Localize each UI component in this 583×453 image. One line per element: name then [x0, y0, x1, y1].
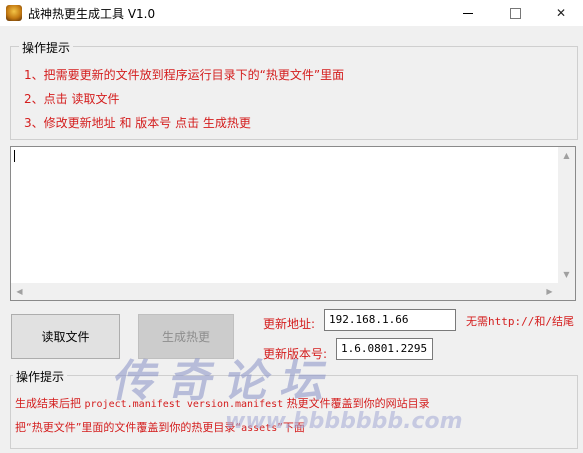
title-bar: 战神热更生成工具 V1.0 ✕ — [0, 0, 583, 26]
minimize-button[interactable] — [446, 0, 490, 26]
instruction-step-3: 3、修改更新地址 和 版本号 点击 生成热更 — [24, 116, 251, 130]
version-label: 更新版本号: — [263, 347, 328, 361]
read-file-button[interactable]: 读取文件 — [11, 314, 120, 359]
maximize-icon — [509, 7, 521, 19]
notes-line-2-start: 把“热更文件”里面的文件覆盖到你的热更目录“ — [15, 421, 242, 434]
notes-line-1-start: 生成结束后把 — [15, 397, 85, 410]
close-icon: ✕ — [555, 6, 567, 20]
scroll-up-icon[interactable]: ▲ — [558, 147, 575, 164]
notes-line-1-end: 热更文件覆盖到你的网站目录 — [283, 397, 430, 410]
instructions-heading: 操作提示 — [19, 39, 74, 56]
close-button[interactable]: ✕ — [539, 0, 583, 26]
update-url-input[interactable]: 192.168.1.66 — [324, 309, 456, 331]
notes-line-2-end: ”下面 — [277, 421, 305, 434]
update-url-hint: 无需http://和/结尾 — [466, 315, 574, 328]
notes-line-1: 生成结束后把 project.manifest version.manifest… — [15, 395, 430, 411]
notes-line-1-files: project.manifest version.manifest — [84, 399, 284, 410]
maximize-button[interactable] — [493, 0, 537, 26]
app-icon — [6, 5, 22, 21]
version-input[interactable]: 1.6.0801.2295 — [336, 338, 433, 360]
instruction-step-1: 1、把需要更新的文件放到程序运行目录下的“热更文件”里面 — [24, 68, 345, 82]
notes-group — [10, 375, 578, 449]
vertical-scrollbar[interactable]: ▲ ▼ — [558, 147, 575, 283]
horizontal-scrollbar[interactable]: ◀ ▶ — [11, 283, 558, 300]
scroll-down-icon[interactable]: ▼ — [558, 266, 575, 283]
scroll-left-icon[interactable]: ◀ — [11, 283, 28, 300]
update-url-label: 更新地址: — [263, 317, 316, 331]
text-caret — [14, 150, 15, 162]
scroll-right-icon[interactable]: ▶ — [541, 283, 558, 300]
instruction-step-2: 2、点击 读取文件 — [24, 92, 120, 106]
notes-heading: 操作提示 — [13, 368, 68, 385]
log-textarea[interactable]: ▲ ▼ ◀ ▶ — [10, 146, 576, 301]
generate-update-button[interactable]: 生成热更 — [138, 314, 234, 359]
notes-line-2: 把“热更文件”里面的文件覆盖到你的热更目录“assets”下面 — [15, 419, 305, 435]
notes-line-2-dir: assets — [241, 423, 278, 434]
scroll-corner — [558, 283, 575, 300]
minimize-icon — [463, 12, 473, 14]
window-title: 战神热更生成工具 V1.0 — [28, 7, 156, 21]
